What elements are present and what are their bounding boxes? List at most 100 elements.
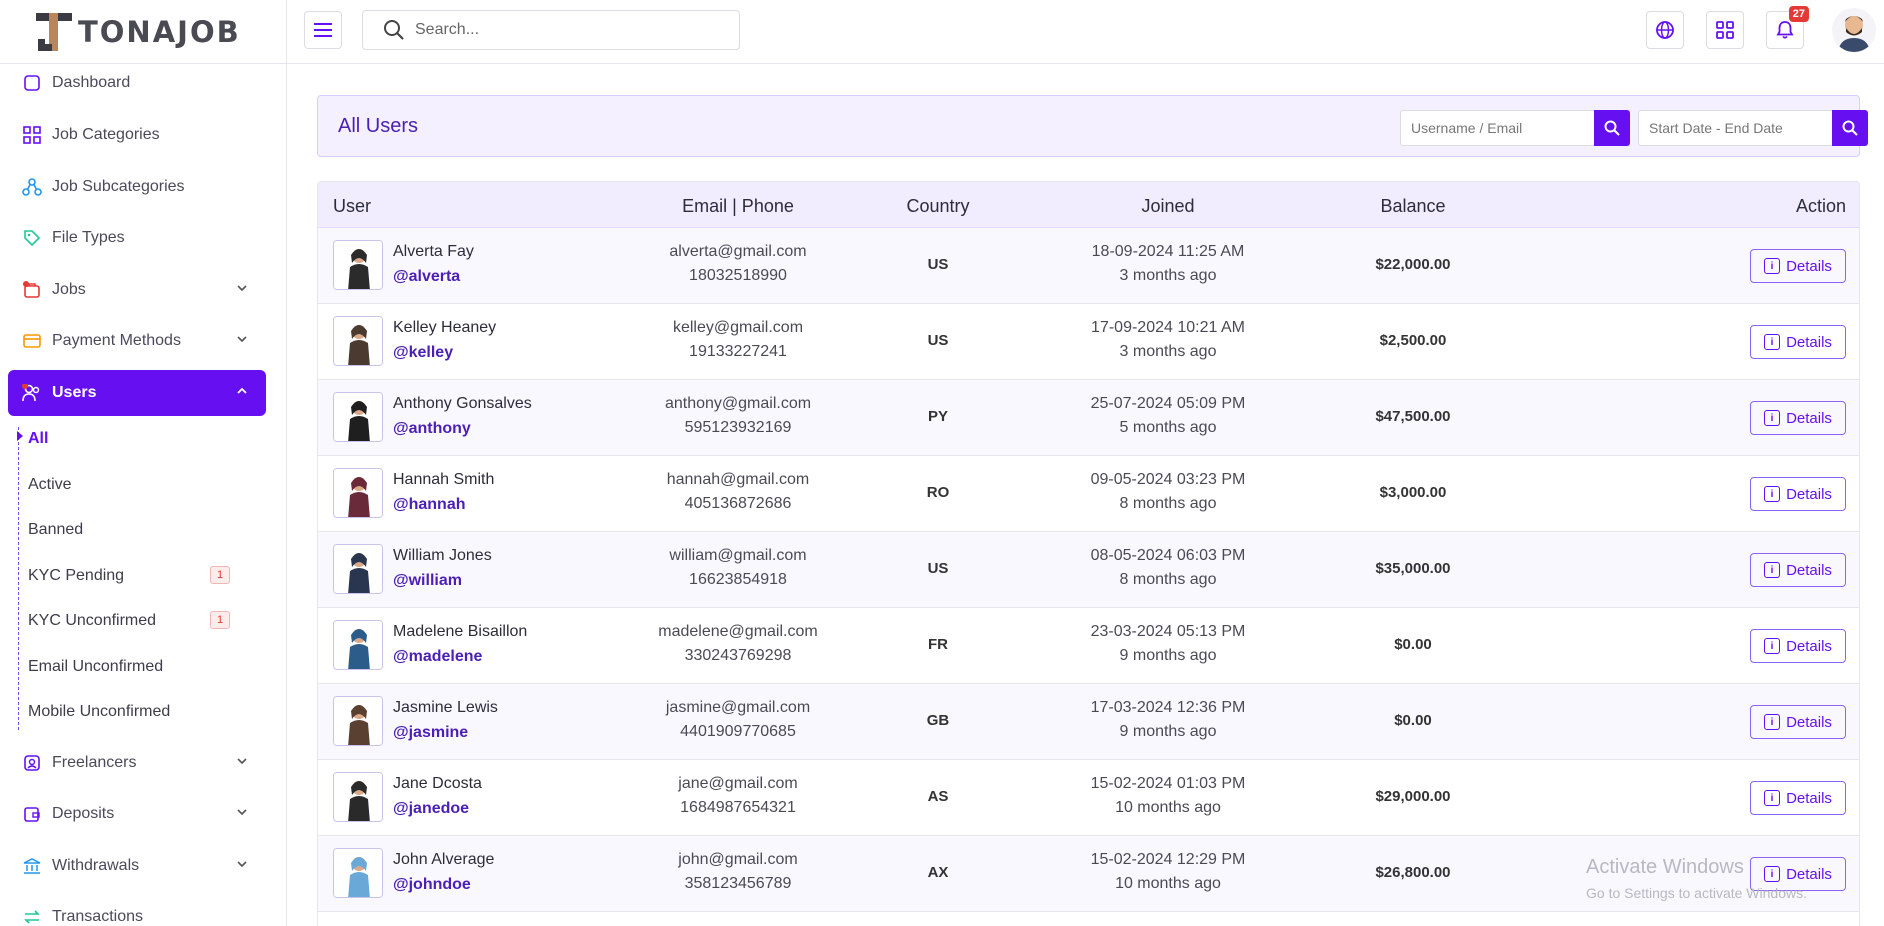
- details-button[interactable]: i Details: [1750, 629, 1846, 663]
- apps-button[interactable]: [1706, 11, 1744, 49]
- user-handle-link[interactable]: @alverta: [393, 268, 460, 286]
- user-handle-link[interactable]: @jasmine: [393, 724, 468, 742]
- notification-count-badge: 27: [1788, 6, 1809, 22]
- user-phone: 16623854918: [689, 571, 787, 588]
- sidebar-item-dashboard[interactable]: Dashboard: [8, 64, 266, 106]
- date-range-input[interactable]: [1638, 110, 1832, 146]
- user-email: john@gmail.com: [678, 851, 798, 868]
- global-search[interactable]: [362, 10, 740, 50]
- user-handle-link[interactable]: @janedoe: [393, 800, 469, 818]
- info-icon: i: [1764, 790, 1781, 806]
- details-button[interactable]: i Details: [1750, 401, 1846, 435]
- details-label: Details: [1786, 637, 1832, 655]
- submenu-users-kyc-pending[interactable]: KYC Pending: [28, 567, 124, 585]
- joined-relative: 8 months ago: [1119, 571, 1217, 588]
- joined-date: 15-02-2024 12:29 PM: [1090, 851, 1246, 868]
- user-avatar[interactable]: [333, 620, 383, 670]
- submenu-users-kyc-unconfirmed[interactable]: KYC Unconfirmed: [28, 612, 156, 630]
- brand-logo[interactable]: TONAJOB: [34, 8, 241, 56]
- admin-avatar[interactable]: [1832, 8, 1876, 52]
- sidebar-item-transactions[interactable]: Transactions: [8, 894, 266, 926]
- notifications-button[interactable]: 27: [1766, 6, 1809, 49]
- user-avatar[interactable]: [333, 848, 383, 898]
- sidebar-toggle-button[interactable]: [304, 11, 342, 49]
- details-button[interactable]: i Details: [1750, 781, 1846, 815]
- contact-cell: alverta@gmail.com 18032518990: [638, 243, 838, 285]
- joined-date: 17-09-2024 10:21 AM: [1091, 319, 1245, 336]
- active-marker-icon: [17, 431, 23, 441]
- user-avatar[interactable]: [333, 696, 383, 746]
- user-balance: $3,000.00: [1379, 484, 1447, 501]
- joined-cell: 18-09-2024 11:25 AM 3 months ago: [1058, 243, 1278, 285]
- details-button[interactable]: i Details: [1750, 325, 1846, 359]
- sidebar-item-payment-methods[interactable]: Payment Methods: [8, 318, 266, 364]
- table-row: Madelene Bisaillon @madelene madelene@gm…: [318, 608, 1859, 684]
- search-icon: [1842, 120, 1858, 136]
- wallet-icon: [22, 804, 42, 824]
- user-phone: 18032518990: [689, 267, 787, 284]
- details-button[interactable]: i Details: [1750, 477, 1846, 511]
- user-handle-link[interactable]: @kelley: [393, 344, 453, 362]
- joined-relative: 10 months ago: [1115, 799, 1221, 816]
- details-label: Details: [1786, 409, 1832, 427]
- language-button[interactable]: [1646, 11, 1684, 49]
- sidebar-item-deposits[interactable]: Deposits: [8, 791, 266, 837]
- sidebar-item-label: Withdrawals: [52, 857, 140, 874]
- user-balance: $29,000.00: [1375, 788, 1451, 805]
- user-avatar[interactable]: [333, 772, 383, 822]
- search-input[interactable]: [415, 21, 715, 39]
- top-bar: TONAJOB 27: [0, 0, 1884, 64]
- sidebar-item-label: Users: [52, 384, 97, 401]
- sidebar-item-job-categories[interactable]: Job Categories: [8, 112, 266, 158]
- contact-cell: john@gmail.com 358123456789: [638, 851, 838, 893]
- user-handle-link[interactable]: @anthony: [393, 420, 471, 438]
- contact-cell: jasmine@gmail.com 4401909770685: [638, 699, 838, 741]
- submenu-users-active[interactable]: Active: [28, 476, 72, 494]
- sidebar: Dashboard Job Categories Job Subcategori…: [0, 64, 286, 926]
- details-button[interactable]: i Details: [1750, 705, 1846, 739]
- avatar-image: [1838, 16, 1870, 52]
- table-row: Jasmine Lewis @jasmine jasmine@gmail.com…: [318, 684, 1859, 760]
- submenu-users-banned[interactable]: Banned: [28, 521, 83, 539]
- user-search-button[interactable]: [1594, 110, 1630, 146]
- user-avatar[interactable]: [333, 468, 383, 518]
- user-handle-link[interactable]: @william: [393, 572, 462, 590]
- sidebar-item-jobs[interactable]: Jobs: [8, 267, 266, 313]
- submenu-users-all[interactable]: All: [28, 430, 48, 448]
- user-country: US: [927, 256, 949, 273]
- joined-date: 09-05-2024 03:23 PM: [1090, 471, 1246, 488]
- user-name: Kelley Heaney: [393, 319, 497, 336]
- column-header: Action: [1795, 196, 1846, 216]
- sidebar-item-label: Transactions: [52, 908, 143, 925]
- user-avatar[interactable]: [333, 240, 383, 290]
- column-header: Joined: [1141, 196, 1195, 216]
- user-balance: $35,000.00: [1375, 560, 1451, 577]
- user-avatar[interactable]: [333, 316, 383, 366]
- submenu-users-mobile-unconfirmed[interactable]: Mobile Unconfirmed: [28, 703, 170, 721]
- chevron-down-icon: [237, 861, 247, 868]
- details-button[interactable]: i Details: [1750, 249, 1846, 283]
- submenu-users-email-unconfirmed[interactable]: Email Unconfirmed: [28, 658, 163, 676]
- user-handle-link[interactable]: @madelene: [393, 648, 482, 666]
- details-button[interactable]: i Details: [1750, 553, 1846, 587]
- details-label: Details: [1786, 333, 1832, 351]
- username-email-input[interactable]: [1400, 110, 1594, 146]
- date-search-button[interactable]: [1832, 110, 1868, 146]
- user-handle-link[interactable]: @johndoe: [393, 876, 471, 894]
- user-handle-link[interactable]: @hannah: [393, 496, 466, 514]
- user-email: anthony@gmail.com: [664, 395, 812, 412]
- sidebar-item-freelancers[interactable]: Freelancers: [8, 740, 266, 786]
- sidebar-item-job-subcategories[interactable]: Job Subcategories: [8, 164, 266, 210]
- user-avatar[interactable]: [333, 544, 383, 594]
- joined-relative: 10 months ago: [1115, 875, 1221, 892]
- user-email: madelene@gmail.com: [658, 623, 818, 640]
- user-country: AS: [927, 788, 949, 805]
- sidebar-item-file-types[interactable]: File Types: [8, 215, 266, 261]
- user-avatar[interactable]: [333, 392, 383, 442]
- user-photo: [334, 393, 382, 441]
- details-label: Details: [1786, 561, 1832, 579]
- sidebar-item-users[interactable]: Users: [8, 370, 266, 416]
- sidebar-item-withdrawals[interactable]: Withdrawals: [8, 843, 266, 889]
- logo-mark: [34, 11, 74, 53]
- joined-relative: 5 months ago: [1119, 419, 1217, 436]
